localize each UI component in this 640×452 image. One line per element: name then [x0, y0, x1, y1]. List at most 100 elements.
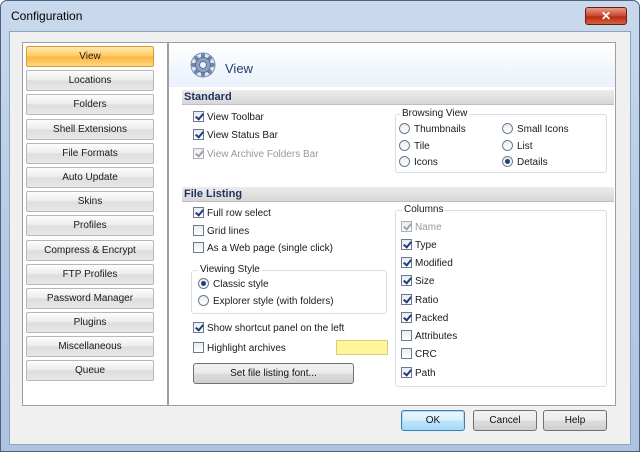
column-size-checkbox[interactable]: Size [401, 275, 434, 289]
nav-item-view[interactable]: View [26, 46, 154, 67]
nav-item-locations[interactable]: Locations [26, 70, 154, 92]
nav-item-password-manager[interactable]: Password Manager [26, 287, 154, 309]
view-status-bar-label: View Status Bar [207, 130, 278, 141]
cancel-button[interactable]: Cancel [473, 410, 537, 431]
nav-item-plugins[interactable]: Plugins [26, 312, 154, 334]
nav-item-folders[interactable]: Folders [26, 94, 154, 116]
radio-dot [198, 278, 209, 289]
nav-item-miscellaneous[interactable]: Miscellaneous [26, 336, 154, 358]
view-toolbar-checkbox[interactable]: View Toolbar [193, 111, 264, 125]
checkbox-box [401, 221, 412, 232]
column-modified-label: Modified [415, 258, 453, 269]
section-file-listing-heading: File Listing [182, 187, 614, 202]
small-icons-label: Small Icons [517, 124, 569, 135]
dialog-client: View Locations Folders Shell Extensions … [9, 31, 631, 445]
checkbox-box [401, 239, 412, 250]
tile-label: Tile [414, 141, 430, 152]
checkbox-box [193, 322, 204, 333]
show-shortcut-panel-checkbox[interactable]: Show shortcut panel on the left [193, 322, 344, 336]
column-attributes-label: Attributes [415, 331, 458, 342]
radio-dot [399, 156, 410, 167]
column-name-label: Name [415, 222, 442, 233]
set-font-button[interactable]: Set file listing font... [193, 363, 354, 384]
highlight-color-swatch[interactable] [336, 340, 388, 355]
nav-item-skins[interactable]: Skins [26, 191, 154, 213]
title-bar: Configuration ✕ [1, 1, 639, 31]
nav-item-profiles[interactable]: Profiles [26, 215, 154, 237]
ok-button[interactable]: OK [401, 410, 465, 431]
column-type-checkbox[interactable]: Type [401, 239, 437, 253]
browsing-icons-radio[interactable]: Icons [399, 156, 438, 170]
column-path-label: Path [415, 368, 436, 379]
panel-title: View [225, 61, 253, 76]
nav-item-queue[interactable]: Queue [26, 360, 154, 382]
window-title: Configuration [11, 9, 83, 23]
checkbox-box [193, 225, 204, 236]
explorer-style-radio[interactable]: Explorer style (with folders) [198, 295, 334, 309]
checkbox-box [401, 367, 412, 378]
view-toolbar-label: View Toolbar [207, 112, 264, 123]
nav-item-auto-update[interactable]: Auto Update [26, 166, 154, 188]
checkbox-box [193, 342, 204, 353]
nav-item-compress-encrypt[interactable]: Compress & Encrypt [26, 239, 154, 261]
checkbox-box [193, 207, 204, 218]
nav-item-shell-extensions[interactable]: Shell Extensions [26, 118, 154, 140]
view-archive-folders-bar-checkbox[interactable]: View Archive Folders Bar [193, 148, 319, 162]
list-label: List [517, 141, 533, 152]
columns-label: Columns [402, 204, 446, 215]
gear-icon [190, 52, 216, 78]
browsing-list-radio[interactable]: List [502, 140, 533, 154]
checkbox-box [193, 242, 204, 253]
browsing-view-label: Browsing View [400, 108, 470, 119]
checkbox-box [193, 148, 204, 159]
column-ratio-checkbox[interactable]: Ratio [401, 294, 438, 308]
view-status-bar-checkbox[interactable]: View Status Bar [193, 129, 278, 143]
radio-dot [198, 295, 209, 306]
checkbox-box [401, 348, 412, 359]
grid-lines-checkbox[interactable]: Grid lines [193, 225, 249, 239]
browsing-small-icons-radio[interactable]: Small Icons [502, 123, 569, 137]
grid-lines-label: Grid lines [207, 226, 250, 237]
radio-dot [502, 140, 513, 151]
full-row-select-checkbox[interactable]: Full row select [193, 207, 271, 221]
column-size-label: Size [415, 276, 435, 287]
help-button[interactable]: Help [543, 410, 607, 431]
highlight-archives-checkbox[interactable]: Highlight archives [193, 342, 286, 356]
classic-style-radio[interactable]: Classic style [198, 278, 269, 292]
details-label: Details [517, 157, 548, 168]
explorer-style-label: Explorer style (with folders) [213, 296, 334, 307]
show-shortcut-panel-label: Show shortcut panel on the left [207, 323, 345, 334]
checkbox-box [401, 257, 412, 268]
thumbnails-label: Thumbnails [414, 124, 466, 135]
column-type-label: Type [415, 240, 437, 251]
checkbox-box [193, 129, 204, 140]
column-crc-checkbox[interactable]: CRC [401, 348, 437, 362]
radio-dot [399, 123, 410, 134]
checkbox-box [401, 330, 412, 341]
view-archive-folders-bar-label: View Archive Folders Bar [207, 149, 319, 160]
column-packed-checkbox[interactable]: Packed [401, 312, 448, 326]
checkbox-box [401, 275, 412, 286]
column-packed-label: Packed [415, 313, 449, 324]
as-web-page-checkbox[interactable]: As a Web page (single click) [193, 242, 333, 256]
column-ratio-label: Ratio [415, 295, 439, 306]
column-modified-checkbox[interactable]: Modified [401, 257, 453, 271]
column-name-checkbox[interactable]: Name [401, 221, 442, 235]
browsing-thumbnails-radio[interactable]: Thumbnails [399, 123, 466, 137]
nav-item-ftp-profiles[interactable]: FTP Profiles [26, 263, 154, 285]
close-button[interactable]: ✕ [585, 7, 627, 25]
as-web-page-label: As a Web page (single click) [207, 243, 333, 254]
browsing-tile-radio[interactable]: Tile [399, 140, 430, 154]
column-attributes-checkbox[interactable]: Attributes [401, 330, 457, 344]
full-row-select-label: Full row select [207, 208, 271, 219]
checkbox-box [401, 312, 412, 323]
category-nav: View Locations Folders Shell Extensions … [22, 42, 168, 406]
classic-style-label: Classic style [213, 279, 269, 290]
nav-item-file-formats[interactable]: File Formats [26, 142, 154, 164]
radio-dot [502, 156, 513, 167]
icons-label: Icons [414, 157, 438, 168]
browsing-details-radio[interactable]: Details [502, 156, 548, 170]
column-path-checkbox[interactable]: Path [401, 367, 436, 381]
radio-dot [399, 140, 410, 151]
checkbox-box [193, 111, 204, 122]
